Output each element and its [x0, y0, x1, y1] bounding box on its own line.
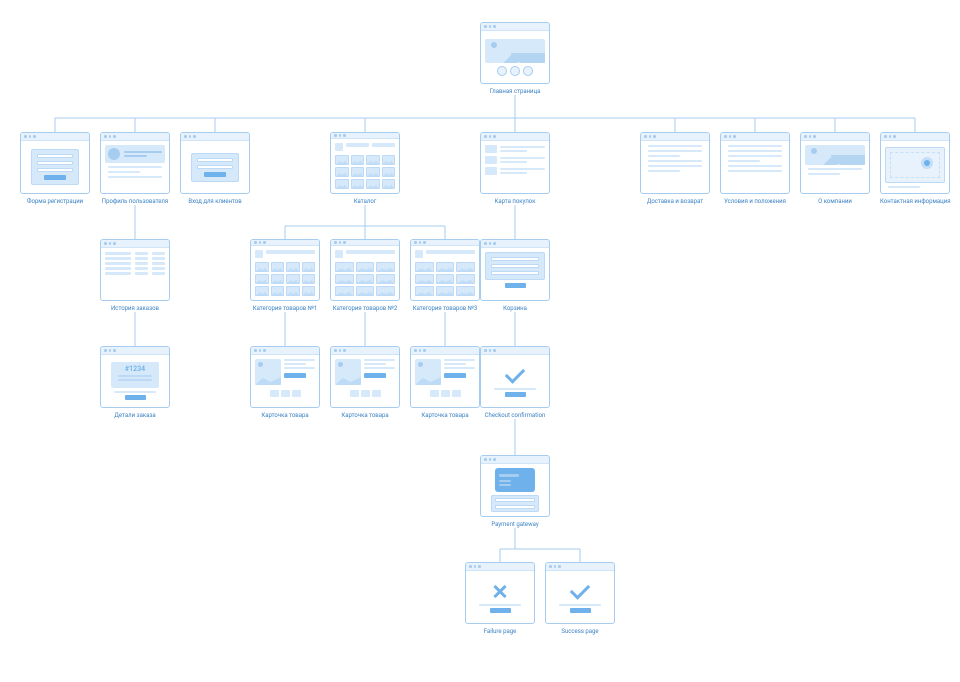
node-basket[interactable]: Корзина: [480, 239, 550, 312]
node-cat3[interactable]: Категория товаров №3: [410, 239, 480, 312]
label-prod3: Карточка товара: [410, 412, 480, 419]
label-login: Вход для клиентов: [180, 198, 250, 205]
node-cat1[interactable]: Категория товаров №1: [250, 239, 320, 312]
node-success[interactable]: Success page: [545, 562, 615, 635]
label-delivery: Доставка и возврат: [640, 198, 710, 205]
label-checkout: Checkout confirmation: [480, 412, 550, 419]
node-failure[interactable]: Failure page: [465, 562, 535, 635]
label-cart: Карта покупок: [480, 198, 550, 205]
check-icon: [501, 365, 529, 385]
label-cat2: Категория товаров №2: [330, 305, 400, 312]
node-about[interactable]: О компании: [800, 132, 870, 205]
node-orders[interactable]: История заказов: [100, 239, 170, 312]
label-failure: Failure page: [465, 628, 535, 635]
label-basket: Корзина: [480, 305, 550, 312]
node-cat2[interactable]: Категория товаров №2: [330, 239, 400, 312]
node-catalog[interactable]: Каталог: [330, 132, 400, 205]
node-terms[interactable]: Условия и положения: [720, 132, 790, 205]
label-cat1: Категория товаров №1: [250, 305, 320, 312]
label-home: Главная страница: [480, 88, 550, 95]
node-prod1[interactable]: Карточка товара: [250, 346, 320, 419]
label-order-detail: Детали заказа: [100, 412, 170, 419]
credit-card-icon: [495, 468, 535, 492]
node-prod3[interactable]: Карточка товара: [410, 346, 480, 419]
label-prod2: Карточка товара: [330, 412, 400, 419]
cross-icon: [486, 581, 514, 601]
label-cat3: Категория товаров №3: [410, 305, 480, 312]
label-orders: История заказов: [100, 305, 170, 312]
node-prod2[interactable]: Карточка товара: [330, 346, 400, 419]
label-success: Success page: [545, 628, 615, 635]
label-payment: Payment gateway: [480, 521, 550, 528]
label-contact: Контактная информация: [880, 198, 950, 205]
label-catalog: Каталог: [330, 198, 400, 205]
label-terms: Условия и положения: [720, 198, 790, 205]
node-checkout[interactable]: Checkout confirmation: [480, 346, 550, 419]
label-prod1: Карточка товара: [250, 412, 320, 419]
node-profile[interactable]: Профиль пользователя: [100, 132, 170, 205]
node-login[interactable]: Вход для клиентов: [180, 132, 250, 205]
check-icon: [566, 581, 594, 601]
node-contact[interactable]: Контактная информация: [880, 132, 950, 205]
order-number: #1234: [125, 365, 145, 373]
node-payment[interactable]: Payment gateway: [480, 455, 550, 528]
node-order-detail[interactable]: #1234 Детали заказа: [100, 346, 170, 419]
label-profile: Профиль пользователя: [100, 198, 170, 205]
node-delivery[interactable]: Доставка и возврат: [640, 132, 710, 205]
node-cart[interactable]: Карта покупок: [480, 132, 550, 205]
node-home[interactable]: Главная страница: [480, 22, 550, 95]
node-register[interactable]: Форма регистрации: [20, 132, 90, 205]
label-about: О компании: [800, 198, 870, 205]
label-register: Форма регистрации: [20, 198, 90, 205]
